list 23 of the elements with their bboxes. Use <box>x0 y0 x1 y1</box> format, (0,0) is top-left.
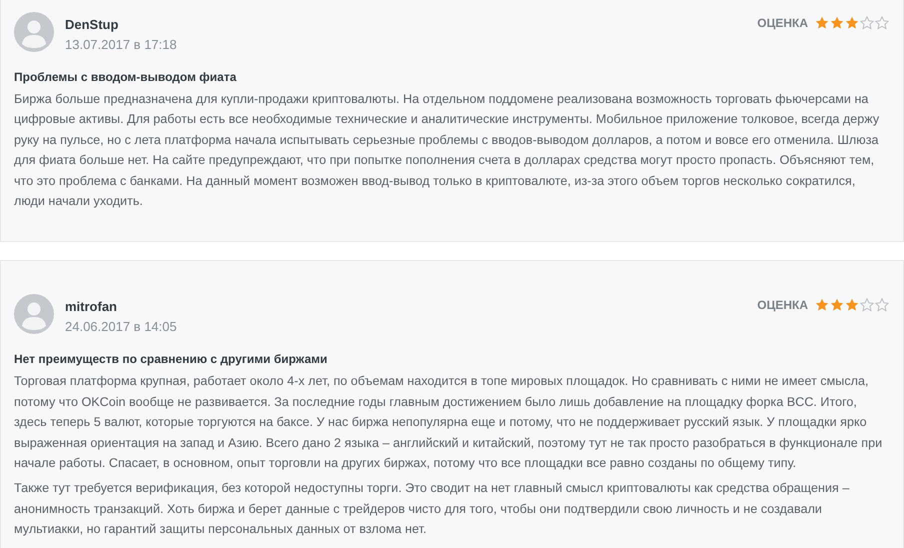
star-icon <box>860 16 874 30</box>
star-icon <box>815 16 829 30</box>
review-date: 13.07.2017 в 17:18 <box>65 37 177 52</box>
star-icon <box>845 298 859 312</box>
star-icon <box>830 298 844 312</box>
star-icon <box>815 298 829 312</box>
avatar-icon <box>14 12 54 52</box>
review-date: 24.06.2017 в 14:05 <box>65 319 177 334</box>
review-title: Нет преимуществ по сравнению с другими биржами <box>14 352 328 366</box>
review-title: Проблемы с вводом-выводом фиата <box>14 70 238 84</box>
review-text: Биржа больше предназначена для купли-продажи криптовалюты. На отдельном поддомене реализована возможность торговать фьючерсами на цифровые активы. Для работы есть все необходимые технические и аналитические инструменты. Мобильное приложение толковое, всегда держу руку на пульсе, но с лета платформа начала испытывать серьезные проблемы с вводов-выводом долларов, а потом и вовсе его отменила. Шлюза для фиата больше нет. На сайте предупреждают, что при попытке пополнения счета в долларах средства могут просто пропасть. Объясняют тем, что это проблема с банками. На данный момент возможен ввод-вывод только в криптовалюте, из-за этого объем торгов несколько сократился, люди начали уходить. <box>14 91 880 210</box>
rating-label: ОЦЕНКА <box>757 298 808 312</box>
star-icon <box>875 298 889 312</box>
review-text: Торговая платформа крупная, работает около 4-х лет, по объемам находится в топе мировых площадок. Но сравнивать с ними не имеет смысла, потому что OKCoin вообще не развивается. За последние годы главным достижением было лишь добавление на площадку форка BCC. Итого, здесь теперь 5 валют, которые торгуются на баксе. У нас биржа непопулярна еще и потому, что не поддерживает русский язык. У площадки ярко выраженная ориентация на запад и Азию. Всего дано 2 языка – английский и китайский, поэтому тут не так просто разобраться в функционале при начале работы. Спасает, в основном, опыт торговли на других биржах, потому что все площадки все равно созданы по общему типу. <box>14 373 884 472</box>
star-icon <box>830 16 844 30</box>
star-icon <box>875 16 889 30</box>
author-name: DenStup <box>65 17 120 32</box>
star-icon <box>845 16 859 30</box>
review-text: Также тут требуется верификация, без которой недоступны торги. Это сводит на нет главный смысл криптовалюты как средства обращения – анонимность транзакций. Хоть биржа и берет данные с трейдеров чисто для того, чтобы они подтвердили свою личность и не создавали мультиакки, но гарантий защиты персональных данных от взлома нет. <box>14 480 850 538</box>
rating-label: ОЦЕНКА <box>757 16 808 30</box>
star-icon <box>860 298 874 312</box>
author-name: mitrofan <box>65 299 118 314</box>
avatar-icon <box>14 294 54 334</box>
